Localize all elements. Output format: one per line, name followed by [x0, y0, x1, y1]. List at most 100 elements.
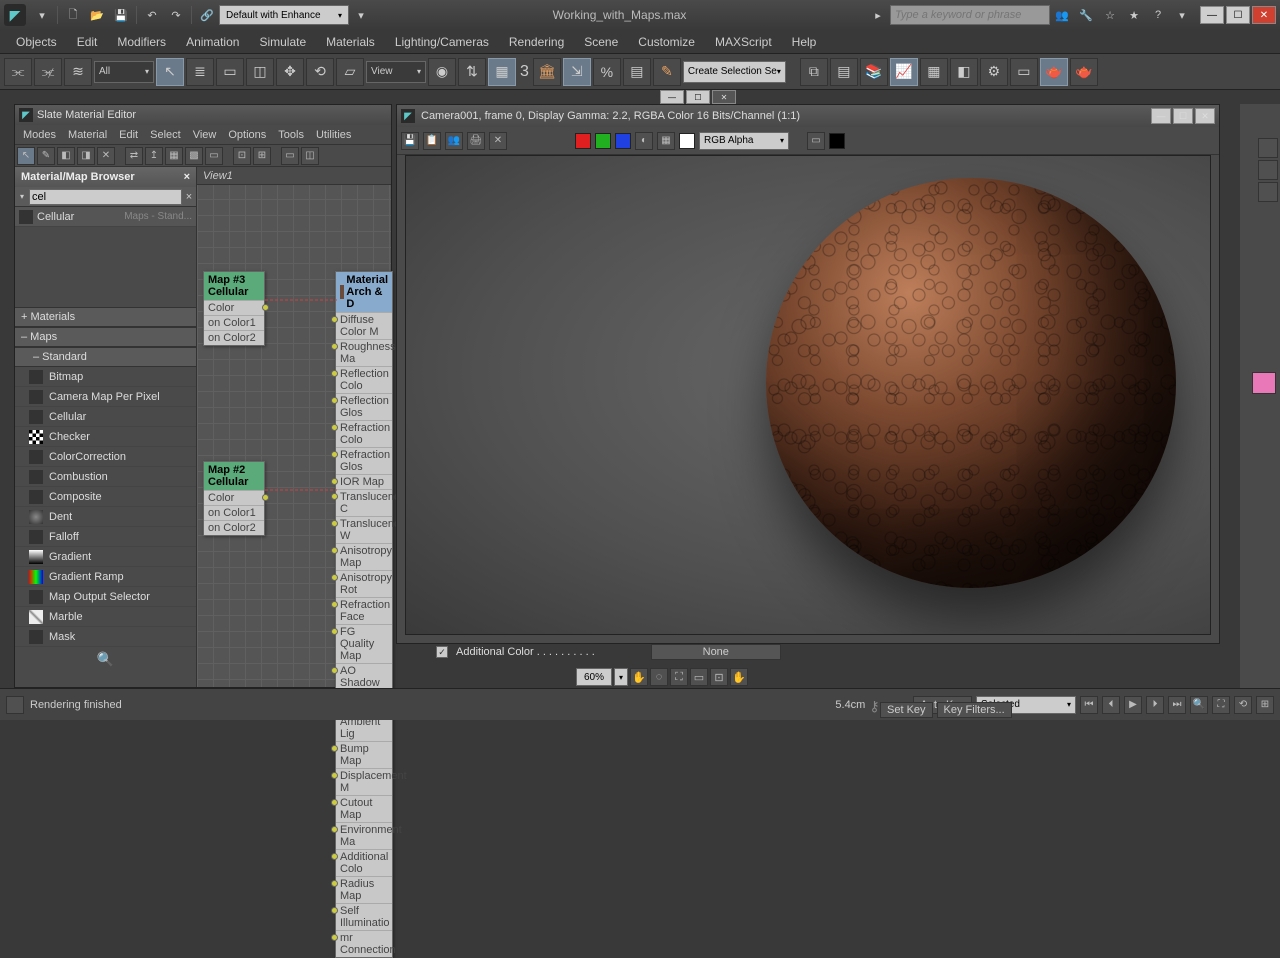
zoom-dropdown-icon[interactable]: ▾	[614, 668, 628, 686]
slate-delete-icon[interactable]: ✕	[97, 147, 115, 165]
menu-objects[interactable]: Objects	[6, 35, 67, 49]
spinner-snap-icon[interactable]: ▤	[623, 58, 651, 86]
channel-blue-icon[interactable]	[615, 133, 631, 149]
map-colorcorrection[interactable]: ColorCorrection	[15, 447, 196, 467]
slate-menu-options[interactable]: Options	[222, 129, 272, 141]
browser-search-result[interactable]: Cellular Maps - Stand...	[15, 207, 196, 227]
map-gradient[interactable]: Gradient	[15, 547, 196, 567]
nav-maximize-icon[interactable]: ⊞	[1256, 696, 1274, 714]
vp-max-icon[interactable]: ☐	[686, 90, 710, 104]
new-icon[interactable]: 🗋	[62, 4, 84, 26]
pan-hand2-icon[interactable]: ✋	[730, 668, 748, 686]
workspace-dropdown[interactable]: Default with Enhance	[219, 5, 349, 25]
render-save-icon[interactable]: 💾	[401, 132, 419, 150]
zoom-percent[interactable]: 60%	[576, 668, 612, 686]
close-button[interactable]: ✕	[1252, 6, 1276, 24]
angle-snap-icon[interactable]: 🏛	[533, 58, 561, 86]
zoom-rect-icon[interactable]: ▭	[690, 668, 708, 686]
vp-close-icon[interactable]: ✕	[712, 90, 736, 104]
menu-edit[interactable]: Edit	[67, 35, 108, 49]
edit-named-icon[interactable]: ✎	[653, 58, 681, 86]
percent-snap-icon[interactable]: ⇲	[563, 58, 591, 86]
panel-btn1-icon[interactable]	[1258, 138, 1278, 158]
key-icon[interactable]: 🔧	[1075, 4, 1097, 26]
app-menu-dropdown-icon[interactable]: ▾	[31, 4, 53, 26]
render-copy-icon[interactable]: 📋	[423, 132, 441, 150]
pan-hand-icon[interactable]: ✋	[630, 668, 648, 686]
map-combustion[interactable]: Combustion	[15, 467, 196, 487]
star-icon[interactable]: ☆	[1099, 4, 1121, 26]
render-max-icon[interactable]: ☐	[1173, 108, 1193, 124]
render-frame-icon[interactable]: ▭	[1010, 58, 1038, 86]
cat-maps[interactable]: – Maps	[15, 327, 196, 347]
goto-start-icon[interactable]: ⏮	[1080, 696, 1098, 714]
move-icon[interactable]: ✥	[276, 58, 304, 86]
selection-set-dropdown[interactable]: Create Selection Se	[683, 61, 786, 83]
bg-color-icon[interactable]	[829, 133, 845, 149]
map-mapoutputselector[interactable]: Map Output Selector	[15, 587, 196, 607]
link-icon[interactable]: 🔗	[196, 4, 218, 26]
slate-menu-modes[interactable]: Modes	[17, 129, 62, 141]
redo-icon[interactable]: ↷	[165, 4, 187, 26]
mirror-icon[interactable]: ⧉	[800, 58, 828, 86]
node-material[interactable]: MaterialArch & D Diffuse Color M Roughne…	[335, 271, 393, 958]
zoom-region-icon[interactable]: ◌	[650, 668, 668, 686]
material-editor-icon[interactable]: ◧	[950, 58, 978, 86]
map-dent[interactable]: Dent	[15, 507, 196, 527]
browser-close-icon[interactable]: ×	[184, 171, 190, 183]
render-setup-icon[interactable]: ⚙	[980, 58, 1008, 86]
slate-layout1-icon[interactable]: ⊡	[233, 147, 251, 165]
status-script-icon[interactable]	[6, 696, 24, 714]
render-clear-icon[interactable]: ✕	[489, 132, 507, 150]
window-cross-icon[interactable]: ◫	[246, 58, 274, 86]
nav-orbit-icon[interactable]: ⟲	[1234, 696, 1252, 714]
percent-icon[interactable]: %	[593, 58, 621, 86]
menu-animation[interactable]: Animation	[176, 35, 249, 49]
nav-zoom-icon[interactable]: 🔍	[1190, 696, 1208, 714]
layers-icon[interactable]: 📚	[860, 58, 888, 86]
additional-color-none-button[interactable]: None	[651, 644, 781, 660]
slate-menu-utilities[interactable]: Utilities	[310, 129, 357, 141]
cat-materials[interactable]: + Materials	[15, 307, 196, 327]
channel-red-icon[interactable]	[575, 133, 591, 149]
render-min-icon[interactable]: —	[1151, 108, 1171, 124]
play-icon[interactable]: ▶	[1124, 696, 1142, 714]
browser-search-arrow-icon[interactable]: ▾	[15, 192, 29, 201]
menu-lighting[interactable]: Lighting/Cameras	[385, 35, 499, 49]
slate-movedn-icon[interactable]: ↥	[145, 147, 163, 165]
menu-modifiers[interactable]: Modifiers	[107, 35, 176, 49]
map-cameramap[interactable]: Camera Map Per Pixel	[15, 387, 196, 407]
goto-end-icon[interactable]: ⏭	[1168, 696, 1186, 714]
set-key-button[interactable]: Set Key	[880, 702, 933, 718]
vp-min-icon[interactable]: —	[660, 90, 684, 104]
slate-layout2-icon[interactable]: ⊞	[253, 147, 271, 165]
additional-color-checkbox[interactable]: ✓	[436, 646, 448, 658]
slate-rect-icon[interactable]: ▭	[205, 147, 223, 165]
menu-scene[interactable]: Scene	[574, 35, 628, 49]
select-name-icon[interactable]: ≣	[186, 58, 214, 86]
map-mask[interactable]: Mask	[15, 627, 196, 647]
zoom-fit-icon[interactable]: ⛶	[670, 668, 688, 686]
pivot-icon[interactable]: ◉	[428, 58, 456, 86]
map-marble[interactable]: Marble	[15, 607, 196, 627]
slate-layout4-icon[interactable]: ◫	[301, 147, 319, 165]
menu-materials[interactable]: Materials	[316, 35, 385, 49]
slate-layout3-icon[interactable]: ▭	[281, 147, 299, 165]
maximize-button[interactable]: ☐	[1226, 6, 1250, 24]
map-cellular[interactable]: Cellular	[15, 407, 196, 427]
curve-editor-icon[interactable]: 📈	[890, 58, 918, 86]
slate-select-icon[interactable]: ↖	[17, 147, 35, 165]
search-go-icon[interactable]: ▸	[867, 4, 889, 26]
help-icon[interactable]: ?	[1147, 4, 1169, 26]
unlink-tool-icon[interactable]: ⫘̷	[34, 58, 62, 86]
node-map2[interactable]: Map #2Cellular Color on Color1 on Color2	[203, 461, 265, 536]
save-icon[interactable]: 💾	[110, 4, 132, 26]
slate-menu-view[interactable]: View	[187, 129, 223, 141]
render-prod-icon[interactable]: 🫖	[1040, 58, 1068, 86]
menu-maxscript[interactable]: MAXScript	[705, 35, 782, 49]
minimize-button[interactable]: —	[1200, 6, 1224, 24]
selection-filter-dropdown[interactable]: All	[94, 61, 154, 83]
slate-pick-icon[interactable]: ✎	[37, 147, 55, 165]
panel-btn3-icon[interactable]	[1258, 182, 1278, 202]
render-title-bar[interactable]: ◤ Camera001, frame 0, Display Gamma: 2.2…	[397, 105, 1219, 127]
